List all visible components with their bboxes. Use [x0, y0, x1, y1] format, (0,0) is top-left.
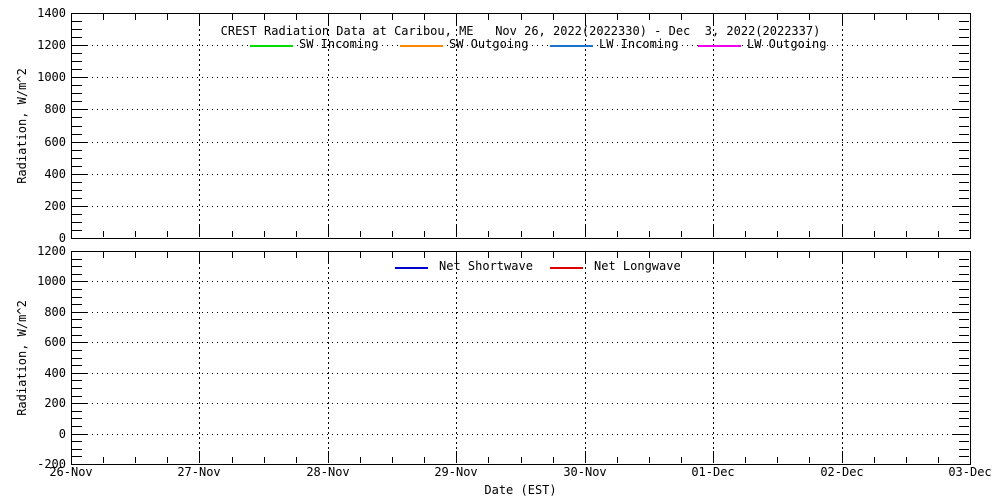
y-tick-label: 1200 [37, 38, 66, 52]
y-tick-label: 200 [44, 396, 66, 410]
y-tick-label: 600 [44, 335, 66, 349]
y-tick-label: 600 [44, 135, 66, 149]
legend-label-sw-outgoing: SW Outgoing [449, 37, 528, 51]
chart-axes-grid-layer: 0200400600800100012001400-20002004006008… [0, 0, 1000, 500]
y-tick-label: 0 [59, 427, 66, 441]
legend-label-net-shortwave: Net Shortwave [439, 259, 533, 273]
x-tick-label: 28-Nov [306, 465, 349, 479]
x-tick-label: 30-Nov [563, 465, 606, 479]
y-tick-label: 200 [44, 199, 66, 213]
y-tick-label: 800 [44, 102, 66, 116]
legend-label-lw-outgoing: LW Outgoing [747, 37, 826, 51]
legend-label-net-longwave: Net Longwave [594, 259, 681, 273]
x-tick-label: 27-Nov [177, 465, 220, 479]
plot-frame [72, 252, 971, 465]
legend-line-sw-incoming [250, 45, 293, 47]
legend-line-sw-outgoing [400, 45, 443, 47]
x-tick-label: 03-Dec [948, 465, 991, 479]
y-tick-label: 400 [44, 366, 66, 380]
x-tick-label: 26-Nov [49, 465, 92, 479]
radiation-chart-figure: 0200400600800100012001400-20002004006008… [0, 0, 1000, 500]
x-tick-label: 02-Dec [820, 465, 863, 479]
y-axis-label-top: Radiation, W/m^2 [15, 68, 29, 184]
x-axis-label: Date (EST) [71, 483, 970, 497]
legend-line-lw-outgoing [698, 45, 741, 47]
y-tick-label: 1000 [37, 274, 66, 288]
legend-line-net-longwave [550, 267, 583, 269]
legend-line-lw-incoming [550, 45, 593, 47]
legend-line-net-shortwave [395, 267, 428, 269]
y-axis-label-bottom: Radiation, W/m^2 [15, 300, 29, 416]
y-tick-label: 400 [44, 167, 66, 181]
y-tick-label: 1400 [37, 6, 66, 20]
chart-title: CREST Radiation Data at Caribou, ME Nov … [71, 24, 970, 38]
x-tick-label: 01-Dec [691, 465, 734, 479]
legend-label-sw-incoming: SW Incoming [299, 37, 378, 51]
x-tick-label: 29-Nov [434, 465, 477, 479]
legend-label-lw-incoming: LW Incoming [599, 37, 678, 51]
y-tick-label: 800 [44, 305, 66, 319]
y-tick-label: 1000 [37, 70, 66, 84]
y-tick-label: 0 [59, 231, 66, 245]
y-tick-label: 1200 [37, 244, 66, 258]
